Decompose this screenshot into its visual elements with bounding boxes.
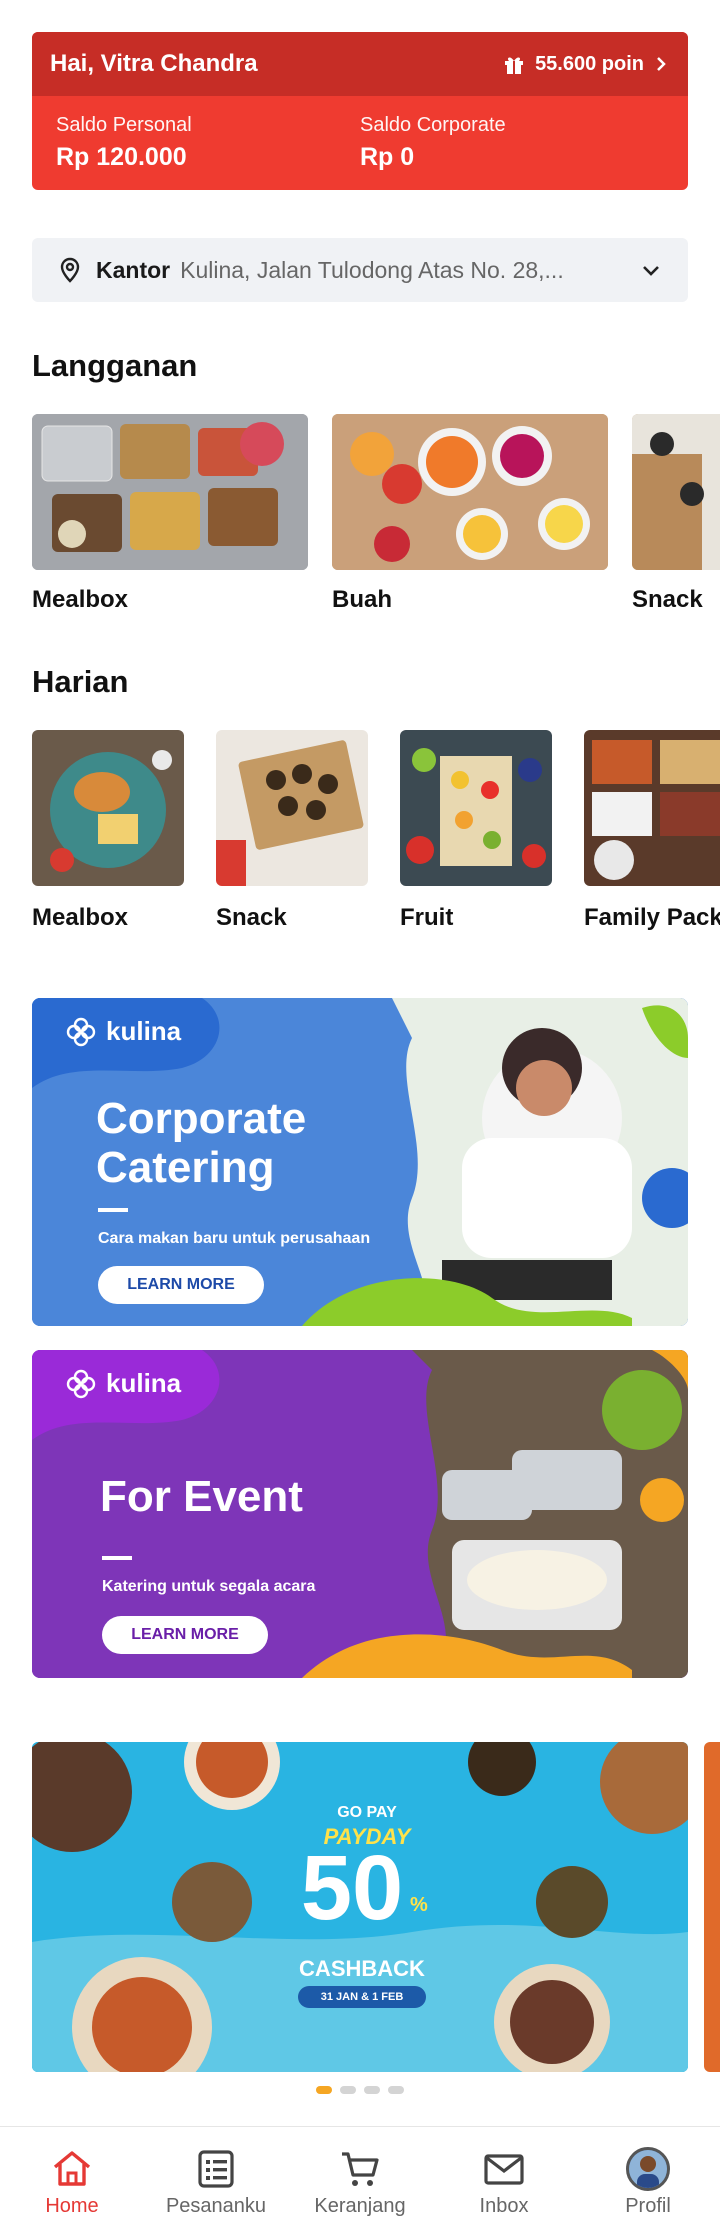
harian-family-pack-image[interactable] [584, 730, 720, 886]
harian-mealbox-label[interactable]: Mealbox [32, 904, 128, 932]
kulina-logo: kulina [66, 1368, 181, 1399]
harian-fruit-image[interactable] [400, 730, 552, 886]
nav-home-label: Home [45, 2195, 99, 2217]
user-card-top: Hai, Vitra Chandra 55.600 poin [32, 32, 688, 96]
kulina-flower-icon [66, 1369, 96, 1398]
corporate-balance-label: Saldo Corporate [360, 114, 506, 136]
avatar [626, 2147, 670, 2191]
greeting: Hai, Vitra Chandra [50, 50, 258, 77]
harian-fruit-label[interactable]: Fruit [400, 904, 453, 932]
nav-inbox-label: Inbox [479, 2195, 529, 2217]
corporate-balance-value: Rp 0 [360, 143, 415, 171]
banner-subtitle: Cara makan baru untuk perusahaan [98, 1230, 371, 1247]
langganan-mealbox-image[interactable] [32, 414, 308, 570]
nav-home[interactable]: Home [0, 2127, 144, 2238]
banner-subtitle: Katering untuk segala acara [102, 1578, 316, 1595]
langganan-buah-label[interactable]: Buah [332, 586, 392, 614]
harian-mealbox-image[interactable] [32, 730, 184, 886]
personal-balance: Saldo Personal Rp 120.000 [56, 114, 360, 172]
address-type: Kantor [96, 256, 171, 283]
nav-pesananku[interactable]: Pesananku [144, 2127, 288, 2238]
promo-date: 31 JAN & 1 FEB [298, 1986, 426, 2008]
langganan-snack-image[interactable] [632, 414, 720, 570]
promo-percent: % [410, 1894, 428, 1916]
points-link[interactable]: 55.600 poin [503, 53, 668, 76]
promo-label: CASHBACK [299, 1956, 425, 1981]
personal-balance-label: Saldo Personal [56, 114, 192, 136]
cart-icon [338, 2147, 382, 2191]
location-pin-icon [60, 257, 80, 283]
learn-more-button[interactable]: LEARN MORE [102, 1616, 268, 1654]
harian-family-pack-label[interactable]: Family Pack [584, 904, 720, 932]
chevron-right-icon [657, 57, 666, 71]
nav-inbox[interactable]: Inbox [432, 2127, 576, 2238]
nav-profil[interactable]: Profil [576, 2127, 720, 2238]
banner-headline-line1: Corporate [96, 1094, 307, 1143]
learn-more-button[interactable]: LEARN MORE [98, 1266, 264, 1304]
banner-headline: For Event [100, 1472, 303, 1521]
section-title-harian: Harian [32, 664, 129, 699]
nav-keranjang-label: Keranjang [314, 2195, 406, 2217]
banner-headline: Corporate Catering [96, 1094, 306, 1193]
personal-balance-value: Rp 120.000 [56, 143, 187, 171]
harian-snack-image[interactable] [216, 730, 368, 886]
points-value: 55.600 poin [535, 52, 644, 75]
promo-next-slide-peek[interactable] [704, 1742, 720, 2072]
corporate-balance: Saldo Corporate Rp 0 [360, 114, 664, 172]
address-selector[interactable]: Kantor Kulina, Jalan Tulodong Atas No. 2… [32, 238, 688, 302]
carousel-indicator [316, 2086, 404, 2094]
carousel-dot[interactable] [364, 2086, 380, 2094]
banner-corporate-catering[interactable]: kulina Corporate Catering Cara makan bar… [32, 998, 688, 1326]
banner-dash [102, 1556, 132, 1560]
langganan-buah-image[interactable] [332, 414, 608, 570]
kulina-brand-text: kulina [106, 1016, 182, 1046]
user-balance-card: Hai, Vitra Chandra 55.600 poin Saldo Per… [32, 32, 688, 190]
harian-snack-label[interactable]: Snack [216, 904, 287, 932]
carousel-dot[interactable] [316, 2086, 332, 2094]
gift-icon [505, 57, 524, 74]
kulina-flower-icon [66, 1017, 96, 1046]
carousel-dot[interactable] [340, 2086, 356, 2094]
banner-dash [98, 1208, 128, 1212]
mail-icon [482, 2147, 526, 2191]
promo-carousel-slide[interactable]: GO PAY PAYDAY 50 % CASHBACK 31 JAN & 1 F… [32, 1742, 688, 2072]
nav-profil-label: Profil [625, 2195, 671, 2217]
banner-headline-line1: For Event [100, 1472, 303, 1521]
chevron-down-icon [643, 266, 659, 276]
promo-big-number: 50 [300, 1837, 404, 1939]
list-icon [194, 2147, 238, 2191]
bottom-navigation: Home Pesananku Keranjang Inbox Profil [0, 2126, 720, 2238]
langganan-mealbox-label[interactable]: Mealbox [32, 586, 128, 614]
banner-headline-line2: Catering [96, 1143, 275, 1193]
section-title-langganan: Langganan [32, 348, 198, 383]
gopay-logo: GO PAY [337, 1804, 397, 1821]
kulina-brand-text: kulina [106, 1368, 182, 1398]
banner-for-event[interactable]: kulina For Event Katering untuk segala a… [32, 1350, 688, 1678]
nav-keranjang[interactable]: Keranjang [288, 2127, 432, 2238]
langganan-snack-label[interactable]: Snack [632, 586, 703, 614]
nav-pesananku-label: Pesananku [165, 2195, 267, 2217]
home-icon [50, 2147, 94, 2191]
kulina-logo: kulina [66, 1016, 181, 1047]
carousel-dot[interactable] [388, 2086, 404, 2094]
address-text: Kulina, Jalan Tulodong Atas No. 28,... [180, 256, 564, 283]
